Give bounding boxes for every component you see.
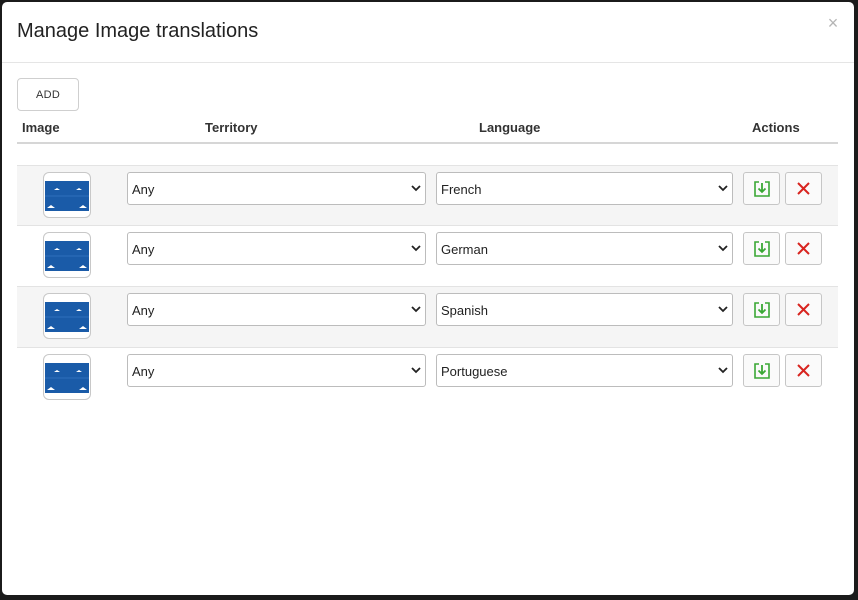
column-header-actions: Actions	[752, 120, 800, 135]
language-select[interactable]: German	[436, 232, 733, 265]
language-select[interactable]: French	[436, 172, 733, 205]
language-value: German	[441, 242, 488, 257]
column-header-territory: Territory	[205, 120, 258, 135]
save-button[interactable]	[743, 172, 780, 205]
delete-button[interactable]	[785, 232, 822, 265]
add-button[interactable]: ADD	[17, 78, 79, 111]
delete-icon	[797, 242, 810, 255]
territory-select[interactable]: Any	[127, 172, 426, 205]
close-icon[interactable]: ×	[826, 14, 840, 32]
language-select[interactable]: Portuguese	[436, 354, 733, 387]
delete-icon	[797, 182, 810, 195]
delete-button[interactable]	[785, 172, 822, 205]
save-button[interactable]	[743, 232, 780, 265]
delete-icon	[797, 364, 810, 377]
image-thumbnail-icon	[45, 302, 89, 332]
language-value: Portuguese	[441, 364, 508, 379]
image-thumbnail[interactable]	[43, 172, 91, 218]
column-header-image: Image	[22, 120, 60, 135]
language-select[interactable]: Spanish	[436, 293, 733, 326]
save-button[interactable]	[743, 354, 780, 387]
save-icon	[754, 302, 770, 318]
table-row: Any Spanish	[17, 286, 838, 347]
table-header-divider	[17, 142, 838, 144]
territory-select[interactable]: Any	[127, 293, 426, 326]
image-thumbnail[interactable]	[43, 354, 91, 400]
image-thumbnail-icon	[45, 181, 89, 211]
table-row: Any German	[17, 225, 838, 286]
dialog-header: Manage Image translations ×	[2, 2, 854, 63]
dialog-title: Manage Image translations	[17, 20, 259, 42]
image-thumbnail-icon	[45, 241, 89, 271]
language-value: Spanish	[441, 303, 488, 318]
save-icon	[754, 363, 770, 379]
territory-value: Any	[132, 303, 155, 318]
chevron-down-icon	[718, 306, 728, 313]
save-button[interactable]	[743, 293, 780, 326]
translations-dialog: Manage Image translations × ADD Image Te…	[2, 2, 854, 595]
delete-button[interactable]	[785, 293, 822, 326]
delete-icon	[797, 303, 810, 316]
image-thumbnail[interactable]	[43, 293, 91, 339]
image-thumbnail[interactable]	[43, 232, 91, 278]
table-row: Any Portuguese	[17, 347, 838, 408]
chevron-down-icon	[718, 245, 728, 252]
territory-select[interactable]: Any	[127, 354, 426, 387]
save-icon	[754, 181, 770, 197]
territory-value: Any	[132, 182, 155, 197]
chevron-down-icon	[718, 367, 728, 374]
chevron-down-icon	[411, 185, 421, 192]
territory-select[interactable]: Any	[127, 232, 426, 265]
table-row: Any French	[17, 165, 838, 226]
chevron-down-icon	[411, 306, 421, 313]
image-thumbnail-icon	[45, 363, 89, 393]
chevron-down-icon	[411, 367, 421, 374]
chevron-down-icon	[718, 185, 728, 192]
language-value: French	[441, 182, 482, 197]
save-icon	[754, 241, 770, 257]
chevron-down-icon	[411, 245, 421, 252]
delete-button[interactable]	[785, 354, 822, 387]
territory-value: Any	[132, 364, 155, 379]
territory-value: Any	[132, 242, 155, 257]
column-header-language: Language	[479, 120, 541, 135]
